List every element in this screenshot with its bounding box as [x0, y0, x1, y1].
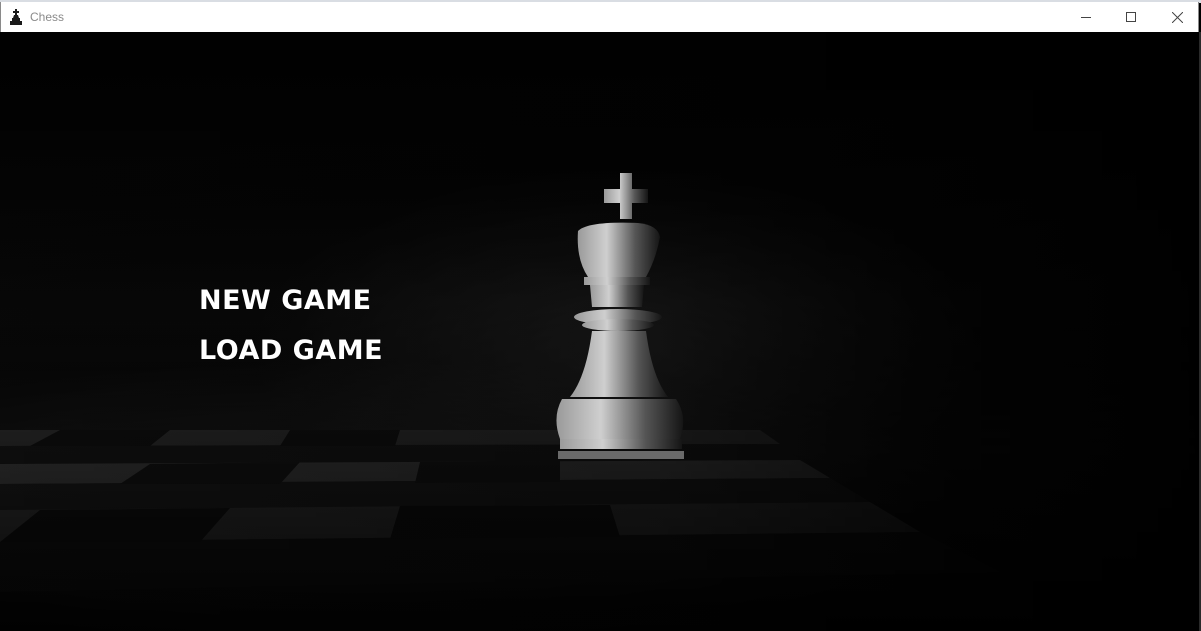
minimize-icon [1081, 12, 1091, 22]
close-button[interactable] [1154, 2, 1200, 32]
chess-piece-icon [9, 9, 23, 25]
window-title: Chess [30, 10, 65, 24]
load-game-button[interactable]: LOAD GAME [199, 331, 383, 371]
minimize-button[interactable] [1063, 2, 1109, 32]
title-bar[interactable]: Chess [0, 2, 1199, 32]
new-game-button[interactable]: NEW GAME [199, 281, 383, 321]
maximize-icon [1126, 12, 1136, 22]
game-window: Chess NEW GAME LOAD GAME [0, 0, 1201, 631]
main-menu: NEW GAME LOAD GAME [199, 281, 383, 381]
chess-background-scene: NEW GAME LOAD GAME [0, 32, 1199, 631]
close-icon [1171, 11, 1183, 23]
king-piece-image [556, 173, 684, 459]
maximize-button[interactable] [1108, 2, 1154, 32]
